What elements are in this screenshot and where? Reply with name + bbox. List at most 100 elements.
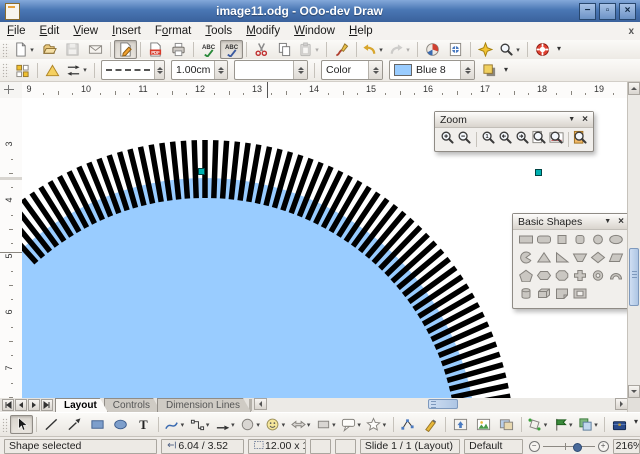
toolbar-overflow-button[interactable]: ▾	[504, 65, 508, 74]
ellipse-button[interactable]	[109, 415, 132, 434]
symbol-shapes-button[interactable]: ▾	[263, 415, 288, 434]
bs-diamond-button[interactable]	[589, 252, 608, 269]
export-pdf-button[interactable]: PDF	[144, 40, 167, 59]
basic-shapes-button[interactable]: ▾	[238, 415, 263, 434]
line-style-spinner[interactable]	[154, 61, 164, 79]
dropdown-arrow-icon[interactable]: ▾	[356, 421, 362, 429]
zoom-previous-button[interactable]	[497, 131, 514, 148]
bs-parallelogram-button[interactable]	[607, 252, 626, 269]
scroll-left-button[interactable]	[254, 398, 267, 410]
redo-button[interactable]: ▾	[387, 40, 414, 59]
dropdown-arrow-icon[interactable]: ▾	[280, 421, 286, 429]
bs-triangle-button[interactable]	[535, 252, 554, 269]
dropdown-arrow-icon[interactable]: ▾	[593, 421, 599, 429]
styles-window-button[interactable]	[11, 61, 34, 80]
tab-dimension-lines[interactable]: Dimension Lines	[157, 398, 251, 412]
zoom-next-button[interactable]	[514, 131, 531, 148]
tab-controls[interactable]: Controls	[104, 398, 161, 412]
fill-color-spinner[interactable]	[460, 61, 474, 79]
bs-block-arc-button[interactable]	[607, 270, 626, 287]
flowchart-button[interactable]: ▾	[314, 415, 339, 434]
horizontal-scrollbar[interactable]	[254, 398, 628, 412]
zoom-100-button[interactable]: 1	[480, 131, 497, 148]
chart-button[interactable]	[421, 40, 444, 59]
zoom-slider[interactable]: − +	[529, 441, 609, 452]
help-button[interactable]	[531, 40, 554, 59]
mail-button[interactable]	[84, 40, 107, 59]
callouts-button[interactable]: ▾	[339, 415, 364, 434]
dropdown-arrow-icon[interactable]: ▾	[377, 46, 385, 54]
arrow-style-button[interactable]: ▾	[64, 61, 91, 80]
arrow-button[interactable]	[63, 415, 86, 434]
vertical-scroll-thumb[interactable]	[629, 248, 639, 306]
bs-cross-button[interactable]	[571, 270, 590, 287]
scroll-up-button[interactable]	[628, 82, 640, 95]
dropdown-arrow-icon[interactable]: ▾	[313, 46, 321, 54]
close-icon[interactable]: ×	[582, 114, 588, 125]
print-button[interactable]	[167, 40, 190, 59]
auto-spellcheck-button[interactable]: ABC	[220, 40, 243, 59]
zoom-slider-track[interactable]	[543, 442, 595, 451]
toolbar-grip[interactable]	[2, 43, 9, 57]
select-button[interactable]	[10, 415, 33, 434]
menu-tools[interactable]: Tools	[198, 24, 239, 38]
dropdown-arrow-icon[interactable]: ▾	[306, 421, 312, 429]
zoom-in-button[interactable]	[439, 131, 456, 148]
vertical-ruler[interactable]: 34567	[0, 98, 23, 398]
bs-rect-button[interactable]	[517, 234, 536, 251]
paste-button[interactable]: ▾	[296, 40, 323, 59]
zoom-in-slider-button[interactable]: +	[598, 441, 609, 452]
bs-round-rect-button[interactable]	[535, 234, 554, 251]
menu-edit[interactable]: Edit	[33, 24, 67, 38]
first-slide-button[interactable]	[2, 399, 14, 411]
scroll-down-button[interactable]	[628, 385, 640, 398]
interaction-button[interactable]	[608, 415, 631, 434]
zoom-object-button[interactable]	[572, 131, 589, 148]
curve-button[interactable]: ▾	[162, 415, 187, 434]
bs-ring-button[interactable]	[589, 270, 608, 287]
bs-right-triangle-button[interactable]	[553, 252, 572, 269]
spellcheck-button[interactable]: ABC	[197, 40, 220, 59]
dropdown-arrow-icon[interactable]: ▾	[81, 66, 89, 74]
bs-circle-button[interactable]	[589, 234, 608, 251]
zoom-out-button[interactable]	[456, 131, 473, 148]
dropdown-arrow-icon[interactable]: ▾	[179, 421, 185, 429]
edit-points-button[interactable]	[396, 415, 419, 434]
bs-pie-button[interactable]	[517, 252, 536, 269]
bs-pentagon-button[interactable]	[517, 270, 536, 287]
dropdown-arrow-icon[interactable]: ▾	[230, 421, 236, 429]
connector-button[interactable]: ▾	[188, 415, 213, 434]
vertical-scrollbar[interactable]	[627, 82, 640, 398]
glue-points-button[interactable]	[419, 415, 442, 434]
chevron-down-icon[interactable]: ▼	[568, 116, 575, 123]
shadow-button[interactable]	[478, 61, 501, 80]
menu-view[interactable]: View	[66, 24, 105, 38]
zoom-page-button[interactable]	[531, 131, 548, 148]
bs-cube-button[interactable]	[535, 288, 554, 305]
stars-button[interactable]: ▾	[364, 415, 389, 434]
dropdown-arrow-icon[interactable]: ▾	[205, 421, 211, 429]
horizontal-scroll-thumb[interactable]	[428, 399, 458, 409]
navigator-button[interactable]	[444, 40, 467, 59]
line-properties-button[interactable]	[41, 61, 64, 80]
dropdown-arrow-icon[interactable]: ▾	[404, 46, 412, 54]
rectangle-button[interactable]	[86, 415, 109, 434]
line-width-spinner[interactable]	[214, 61, 227, 79]
toolbar-grip[interactable]	[2, 418, 8, 432]
bs-hexagon-button[interactable]	[535, 270, 554, 287]
undo-button[interactable]: ▾	[360, 40, 387, 59]
last-slide-button[interactable]	[41, 399, 53, 411]
zoom-panel-titlebar[interactable]: Zoom ▼ ×	[435, 112, 593, 128]
line-color-spinner[interactable]	[293, 61, 307, 79]
zoom-out-slider-button[interactable]: −	[529, 441, 540, 452]
horizontal-ruler[interactable]: 910111213141516171819	[22, 82, 628, 99]
zoom-slider-thumb[interactable]	[573, 443, 582, 452]
minimize-button[interactable]: −	[579, 3, 596, 20]
bs-cylinder-button[interactable]	[517, 288, 536, 305]
block-arrows-button[interactable]: ▾	[289, 415, 314, 434]
copy-button[interactable]	[273, 40, 296, 59]
zoom-percentage[interactable]: 216%	[613, 439, 640, 454]
tab-scrollbar-splitter[interactable]	[249, 399, 252, 411]
bs-trapezoid-button[interactable]	[571, 252, 590, 269]
zoom-page-width-button[interactable]	[548, 131, 565, 148]
